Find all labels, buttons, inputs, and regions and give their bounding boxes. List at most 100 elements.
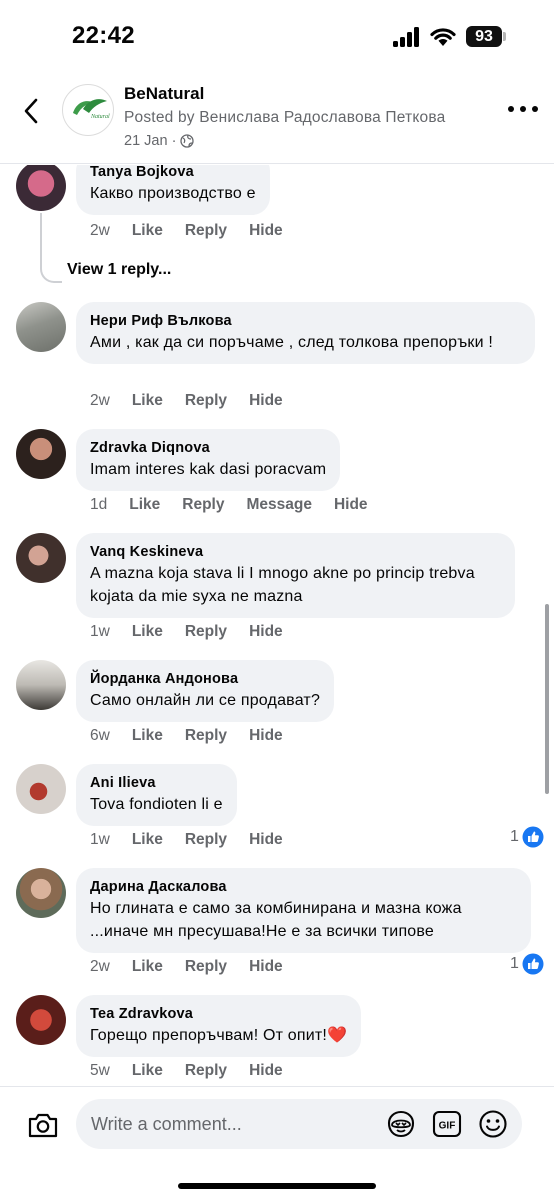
- status-bar: 22:42 93: [0, 0, 554, 76]
- comment-author[interactable]: Zdravka Diqnova: [90, 438, 326, 458]
- more-dot: [532, 106, 538, 112]
- comment-text: Imam interes kak dasi poracvam: [90, 461, 327, 478]
- comment-actions: 1d Like Reply Message Hide: [90, 496, 390, 514]
- comment-actions: 1w Like Reply Hide: [90, 831, 305, 849]
- reply-button[interactable]: Reply: [185, 623, 227, 641]
- comment-actions: 5w Like Reply Hide: [90, 1062, 305, 1080]
- comment-text: Горещо препоръчвам! От опит!❤️: [90, 1027, 348, 1044]
- hide-button[interactable]: Hide: [334, 496, 368, 514]
- reaction-count[interactable]: 1: [510, 826, 544, 848]
- comment-actions: 1w Like Reply Hide: [90, 623, 305, 641]
- leaf-logo-icon: Natural: [73, 99, 110, 120]
- scrollbar[interactable]: [545, 604, 549, 794]
- comment-text: Само онлайн ли се продават?: [90, 692, 321, 709]
- comment-bubble[interactable]: Tanya Bojkova Какво производство е: [76, 165, 270, 215]
- back-button[interactable]: [18, 94, 46, 128]
- view-replies-link[interactable]: View 1 reply...: [67, 261, 171, 279]
- like-button[interactable]: Like: [132, 222, 163, 240]
- comment-author[interactable]: Йорданка Андонова: [90, 669, 320, 689]
- avatar[interactable]: [16, 868, 66, 918]
- comment-time[interactable]: 1w: [90, 831, 110, 849]
- comment-time[interactable]: 5w: [90, 1062, 110, 1080]
- avatar[interactable]: [16, 764, 66, 814]
- home-indicator[interactable]: [178, 1183, 376, 1189]
- like-button[interactable]: Like: [132, 727, 163, 745]
- more-dot: [508, 106, 514, 112]
- comment-time[interactable]: 1w: [90, 623, 110, 641]
- svg-text:GIF: GIF: [439, 1121, 456, 1132]
- avatar[interactable]: [16, 302, 66, 352]
- comment-time[interactable]: 2w: [90, 392, 110, 410]
- message-button[interactable]: Message: [246, 496, 311, 514]
- post-header: Natural BeNatural Posted by Венислава Ра…: [0, 76, 554, 164]
- page-name[interactable]: BeNatural: [124, 84, 204, 104]
- reply-button[interactable]: Reply: [185, 392, 227, 410]
- like-reaction-icon: [522, 953, 544, 975]
- hide-button[interactable]: Hide: [249, 727, 283, 745]
- avatar-sticker-icon[interactable]: [386, 1109, 416, 1139]
- comment-time[interactable]: 2w: [90, 222, 110, 240]
- like-button[interactable]: Like: [132, 831, 163, 849]
- page-logo[interactable]: Natural: [62, 84, 114, 136]
- hide-button[interactable]: Hide: [249, 222, 283, 240]
- comment-bubble[interactable]: Йорданка Андонова Само онлайн ли се прод…: [76, 660, 335, 722]
- comments-list[interactable]: Tanya Bojkova Какво производство е 2w Li…: [0, 165, 554, 1085]
- comment-text: Какво производство е: [90, 185, 256, 202]
- reaction-count[interactable]: 1: [510, 953, 544, 975]
- comment-actions: 2w Like Reply Hide: [90, 392, 305, 410]
- comment-author[interactable]: Ani Ilieva: [90, 773, 223, 793]
- comment-text: Но глината е само за комбинирана и мазна…: [90, 900, 462, 940]
- hide-button[interactable]: Hide: [249, 831, 283, 849]
- emoji-icon[interactable]: [478, 1109, 508, 1139]
- comment-actions: 2w Like Reply Hide: [90, 958, 305, 976]
- avatar[interactable]: [16, 660, 66, 710]
- comment-author[interactable]: Tanya Bojkova: [90, 165, 256, 182]
- comment-author[interactable]: Нери Риф Вълкова: [90, 311, 521, 331]
- avatar[interactable]: [16, 429, 66, 479]
- like-button[interactable]: Like: [132, 1062, 163, 1080]
- like-reaction-icon: [522, 826, 544, 848]
- more-options-button[interactable]: [508, 106, 538, 116]
- battery-tip: [503, 32, 506, 41]
- comment-text: Ами , как да си поръчаме , след толкова …: [90, 334, 494, 351]
- reply-button[interactable]: Reply: [185, 958, 227, 976]
- like-button[interactable]: Like: [132, 623, 163, 641]
- comment-bubble[interactable]: Vanq Keskineva A mazna koja stava li I m…: [76, 533, 515, 618]
- camera-icon[interactable]: [27, 1111, 59, 1139]
- comment-bubble[interactable]: Ani Ilieva Tova fondioten li e: [76, 764, 237, 826]
- like-button[interactable]: Like: [129, 496, 160, 514]
- comment-time[interactable]: 2w: [90, 958, 110, 976]
- cellular-signal-icon: [393, 27, 421, 47]
- comment-bubble[interactable]: Zdravka Diqnova Imam interes kak dasi po…: [76, 429, 341, 491]
- comment-time[interactable]: 6w: [90, 727, 110, 745]
- comment-author[interactable]: Vanq Keskineva: [90, 542, 501, 562]
- hide-button[interactable]: Hide: [249, 958, 283, 976]
- reply-button[interactable]: Reply: [185, 727, 227, 745]
- status-time: 22:42: [72, 22, 135, 49]
- reply-button[interactable]: Reply: [185, 222, 227, 240]
- like-button[interactable]: Like: [132, 392, 163, 410]
- comment-bubble[interactable]: Tea Zdravkova Горещо препоръчвам! От опи…: [76, 995, 362, 1057]
- avatar[interactable]: [16, 165, 66, 211]
- posted-by: Posted by Венислава Радославова Петкова: [124, 109, 446, 126]
- comment-bubble[interactable]: Нери Риф Вълкова Ами , как да си поръчам…: [76, 302, 535, 364]
- hide-button[interactable]: Hide: [249, 623, 283, 641]
- reply-button[interactable]: Reply: [185, 1062, 227, 1080]
- like-button[interactable]: Like: [132, 958, 163, 976]
- comment-text: Tova fondioten li e: [90, 796, 223, 813]
- comment-actions: 2w Like Reply Hide: [90, 222, 305, 240]
- comment-author[interactable]: Дарина Даскалова: [90, 877, 517, 897]
- reaction-number: 1: [510, 955, 519, 972]
- battery-level: 93: [466, 26, 502, 47]
- reply-button[interactable]: Reply: [185, 831, 227, 849]
- hide-button[interactable]: Hide: [249, 1062, 283, 1080]
- comment-author[interactable]: Tea Zdravkova: [90, 1004, 347, 1024]
- avatar[interactable]: [16, 995, 66, 1045]
- comment-bubble[interactable]: Дарина Даскалова Но глината е само за ко…: [76, 868, 531, 953]
- comment-time[interactable]: 1d: [90, 496, 107, 514]
- gif-icon[interactable]: GIF: [432, 1109, 462, 1139]
- reply-button[interactable]: Reply: [182, 496, 224, 514]
- hide-button[interactable]: Hide: [249, 392, 283, 410]
- post-date: 21 Jan ·: [124, 133, 195, 149]
- avatar[interactable]: [16, 533, 66, 583]
